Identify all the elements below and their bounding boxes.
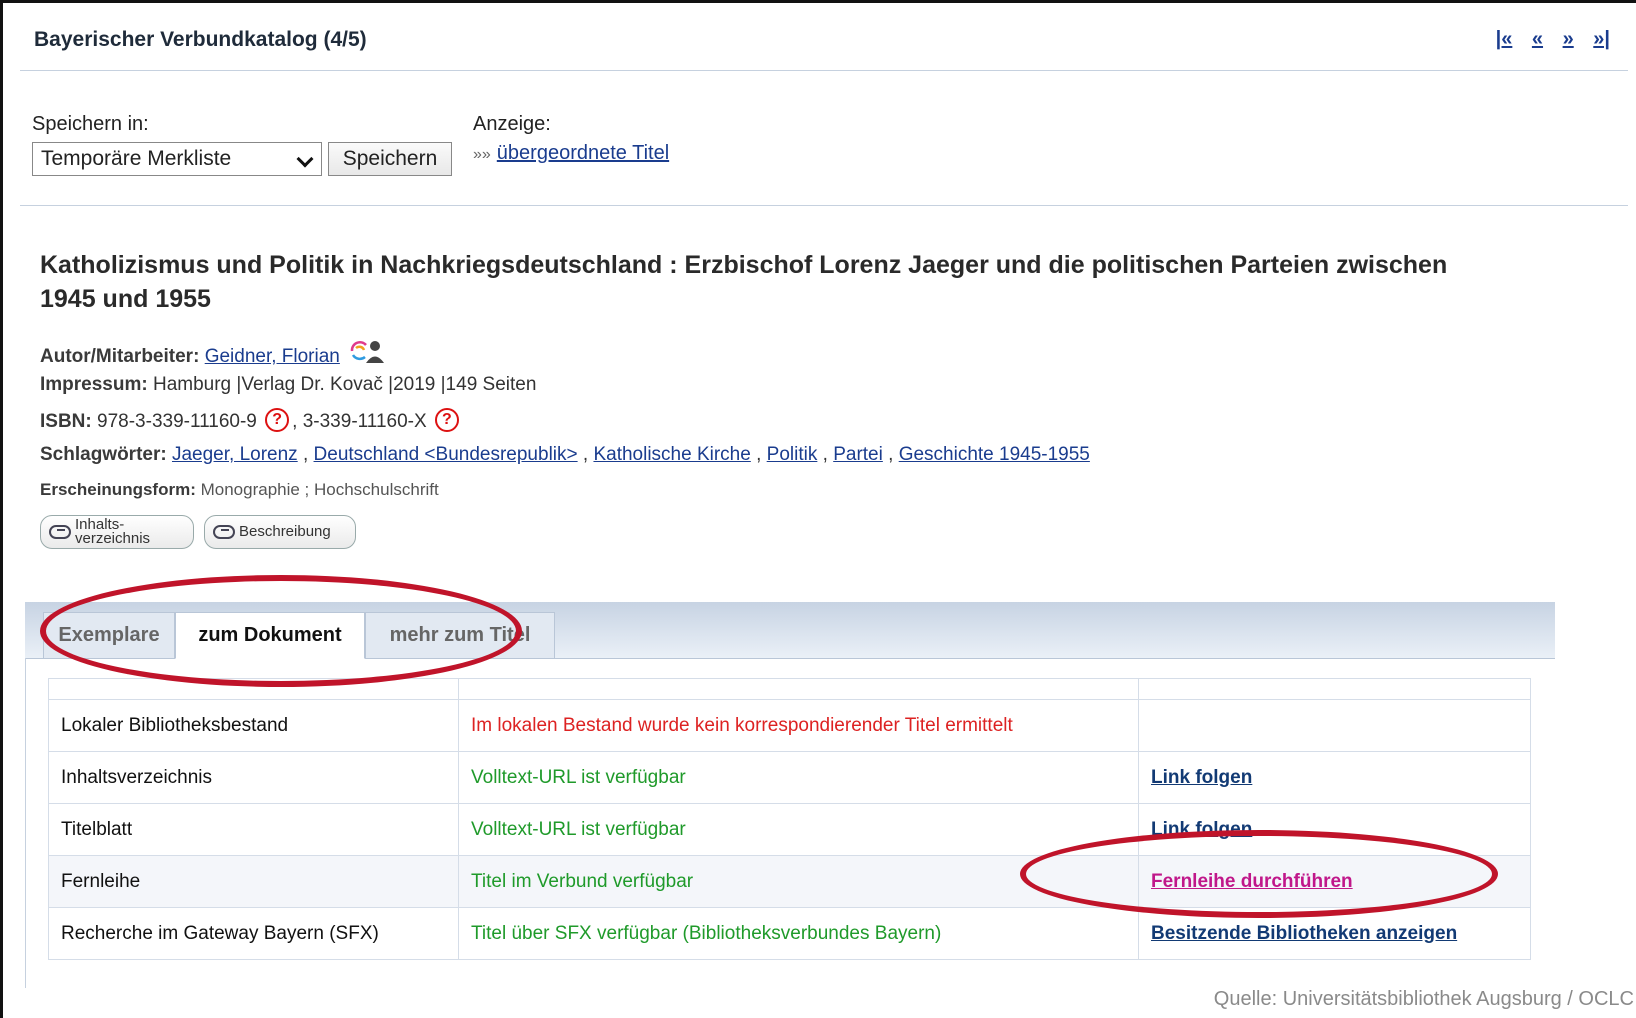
follow-link[interactable]: Link folgen	[1151, 767, 1252, 788]
row-status: Titel über SFX verfügbar (Bibliotheksver…	[458, 907, 1139, 960]
description-button[interactable]: Beschreibung	[204, 515, 356, 549]
row-label: Inhaltsverzeichnis	[48, 751, 459, 804]
tab-exemplare[interactable]: Exemplare	[43, 612, 175, 658]
author-profile-icon[interactable]	[349, 338, 385, 370]
row-action: Link folgen	[1138, 751, 1531, 804]
row-status: Im lokalen Bestand wurde kein korrespond…	[458, 699, 1139, 752]
first-record-link[interactable]: |«	[1496, 28, 1513, 50]
subjects-row: Schlagwörter: Jaeger, Lorenz , Deutschla…	[40, 444, 1090, 466]
table-row: Fernleihe Titel im Verbund verfügbar Fer…	[48, 855, 1531, 908]
last-record-link[interactable]: »|	[1593, 28, 1610, 50]
follow-link[interactable]: Link folgen	[1151, 819, 1252, 840]
save-in-label: Speichern in:	[32, 113, 149, 135]
form-row: Erscheinungsform: Monographie ; Hochschu…	[40, 480, 439, 500]
table-row: Inhaltsverzeichnis Volltext-URL ist verf…	[48, 751, 1531, 804]
impressum-row: Impressum: Hamburg |Verlag Dr. Kovač |20…	[40, 374, 536, 396]
subject-link[interactable]: Katholische Kirche	[593, 444, 750, 465]
subject-link[interactable]: Geschichte 1945-1955	[899, 444, 1090, 465]
subject-separator: ,	[822, 444, 828, 465]
table-header-row	[48, 678, 1531, 700]
subject-link[interactable]: Deutschland <Bundesrepublik>	[314, 444, 578, 465]
subject-link[interactable]: Politik	[767, 444, 818, 465]
subjects-label: Schlagwörter:	[40, 444, 167, 465]
chevron-down-icon	[296, 150, 314, 168]
table-row: Lokaler Bibliotheksbestand Im lokalen Be…	[48, 699, 1531, 752]
impressum-value: Hamburg |Verlag Dr. Kovač |2019 |149 Sei…	[152, 374, 537, 395]
tab-bar: Exemplare zum Dokument mehr zum Titel	[25, 602, 1555, 659]
author-row: Autor/Mitarbeiter: Geidner, Florian	[40, 338, 385, 370]
result-navigation: |« « » »|	[1482, 28, 1610, 51]
table-row: Titelblatt Volltext-URL ist verfügbar Li…	[48, 803, 1531, 856]
display-option: »» übergeordnete Titel	[473, 142, 669, 165]
save-target-value: Temporäre Merkliste	[41, 147, 232, 170]
subject-separator: ,	[302, 444, 309, 465]
toc-button[interactable]: Inhalts- verzeichnis	[40, 515, 194, 549]
tab-panel: Lokaler Bibliotheksbestand Im lokalen Be…	[25, 658, 1556, 988]
isbn-label: ISBN:	[40, 411, 92, 432]
isbn-separator: ,	[292, 411, 298, 432]
interlibrary-loan-link[interactable]: Fernleihe durchführen	[1151, 871, 1353, 892]
toc-label-line2: verzeichnis	[75, 530, 151, 547]
next-record-link[interactable]: »	[1563, 28, 1574, 50]
parent-titles-link[interactable]: übergeordnete Titel	[497, 142, 669, 164]
subject-separator: ,	[756, 444, 762, 465]
save-target-select[interactable]: Temporäre Merkliste	[32, 142, 322, 176]
row-action: Fernleihe durchführen	[1138, 855, 1531, 908]
row-label: Titelblatt	[48, 803, 459, 856]
subject-link[interactable]: Jaeger, Lorenz	[172, 444, 298, 465]
isbn-primary: 978-3-339-11160-9	[97, 411, 257, 432]
row-action: Besitzende Bibliotheken anzeigen	[1138, 907, 1531, 960]
subject-link[interactable]: Partei	[833, 444, 883, 465]
document-icon	[213, 525, 235, 539]
divider	[20, 205, 1628, 206]
isbn-secondary: 3-339-11160-X	[302, 411, 427, 432]
form-value: Monographie ; Hochschulschrift	[200, 480, 439, 499]
form-label: Erscheinungsform:	[40, 480, 196, 499]
row-label: Fernleihe	[48, 855, 459, 908]
previous-record-link[interactable]: «	[1532, 28, 1543, 50]
tab-mehr-zum-titel[interactable]: mehr zum Titel	[365, 612, 555, 658]
row-label: Lokaler Bibliotheksbestand	[48, 699, 459, 752]
availability-check-icon[interactable]: ?	[265, 408, 290, 432]
display-label: Anzeige:	[473, 113, 551, 135]
availability-check-icon[interactable]: ?	[434, 408, 459, 432]
catalog-panel: Bayerischer Verbundkatalog (4/5) |« « » …	[20, 8, 1628, 1016]
row-action: Link folgen	[1138, 803, 1531, 856]
description-label: Beschreibung	[239, 523, 331, 540]
table-row: Recherche im Gateway Bayern (SFX) Titel …	[48, 907, 1531, 960]
record-title: Katholizismus und Politik in Nachkriegsd…	[40, 251, 1448, 313]
impressum-label: Impressum:	[40, 374, 148, 395]
document-table: Lokaler Bibliotheksbestand Im lokalen Be…	[48, 678, 1531, 960]
panel-header: Bayerischer Verbundkatalog (4/5) |« « » …	[20, 8, 1628, 71]
double-chevron-icon: »»	[473, 146, 491, 163]
isbn-row: ISBN: 978-3-339-11160-9 ?, 3-339-11160-X…	[40, 408, 462, 433]
row-status: Volltext-URL ist verfügbar	[458, 751, 1139, 804]
row-action	[1138, 699, 1531, 752]
document-icon	[49, 525, 71, 539]
author-link[interactable]: Geidner, Florian	[205, 346, 340, 367]
subject-separator: ,	[888, 444, 894, 465]
catalog-title: Bayerischer Verbundkatalog (4/5)	[34, 28, 367, 51]
subject-separator: ,	[582, 444, 589, 465]
row-label: Recherche im Gateway Bayern (SFX)	[48, 907, 459, 960]
author-label: Autor/Mitarbeiter:	[40, 346, 200, 367]
save-button[interactable]: Speichern	[328, 142, 452, 176]
source-caption: Quelle: Universitätsbibliothek Augsburg …	[1207, 988, 1634, 1011]
row-status: Volltext-URL ist verfügbar	[458, 803, 1139, 856]
row-status: Titel im Verbund verfügbar	[458, 855, 1139, 908]
show-libraries-link[interactable]: Besitzende Bibliotheken anzeigen	[1151, 923, 1457, 944]
tab-zum-dokument[interactable]: zum Dokument	[175, 612, 365, 659]
